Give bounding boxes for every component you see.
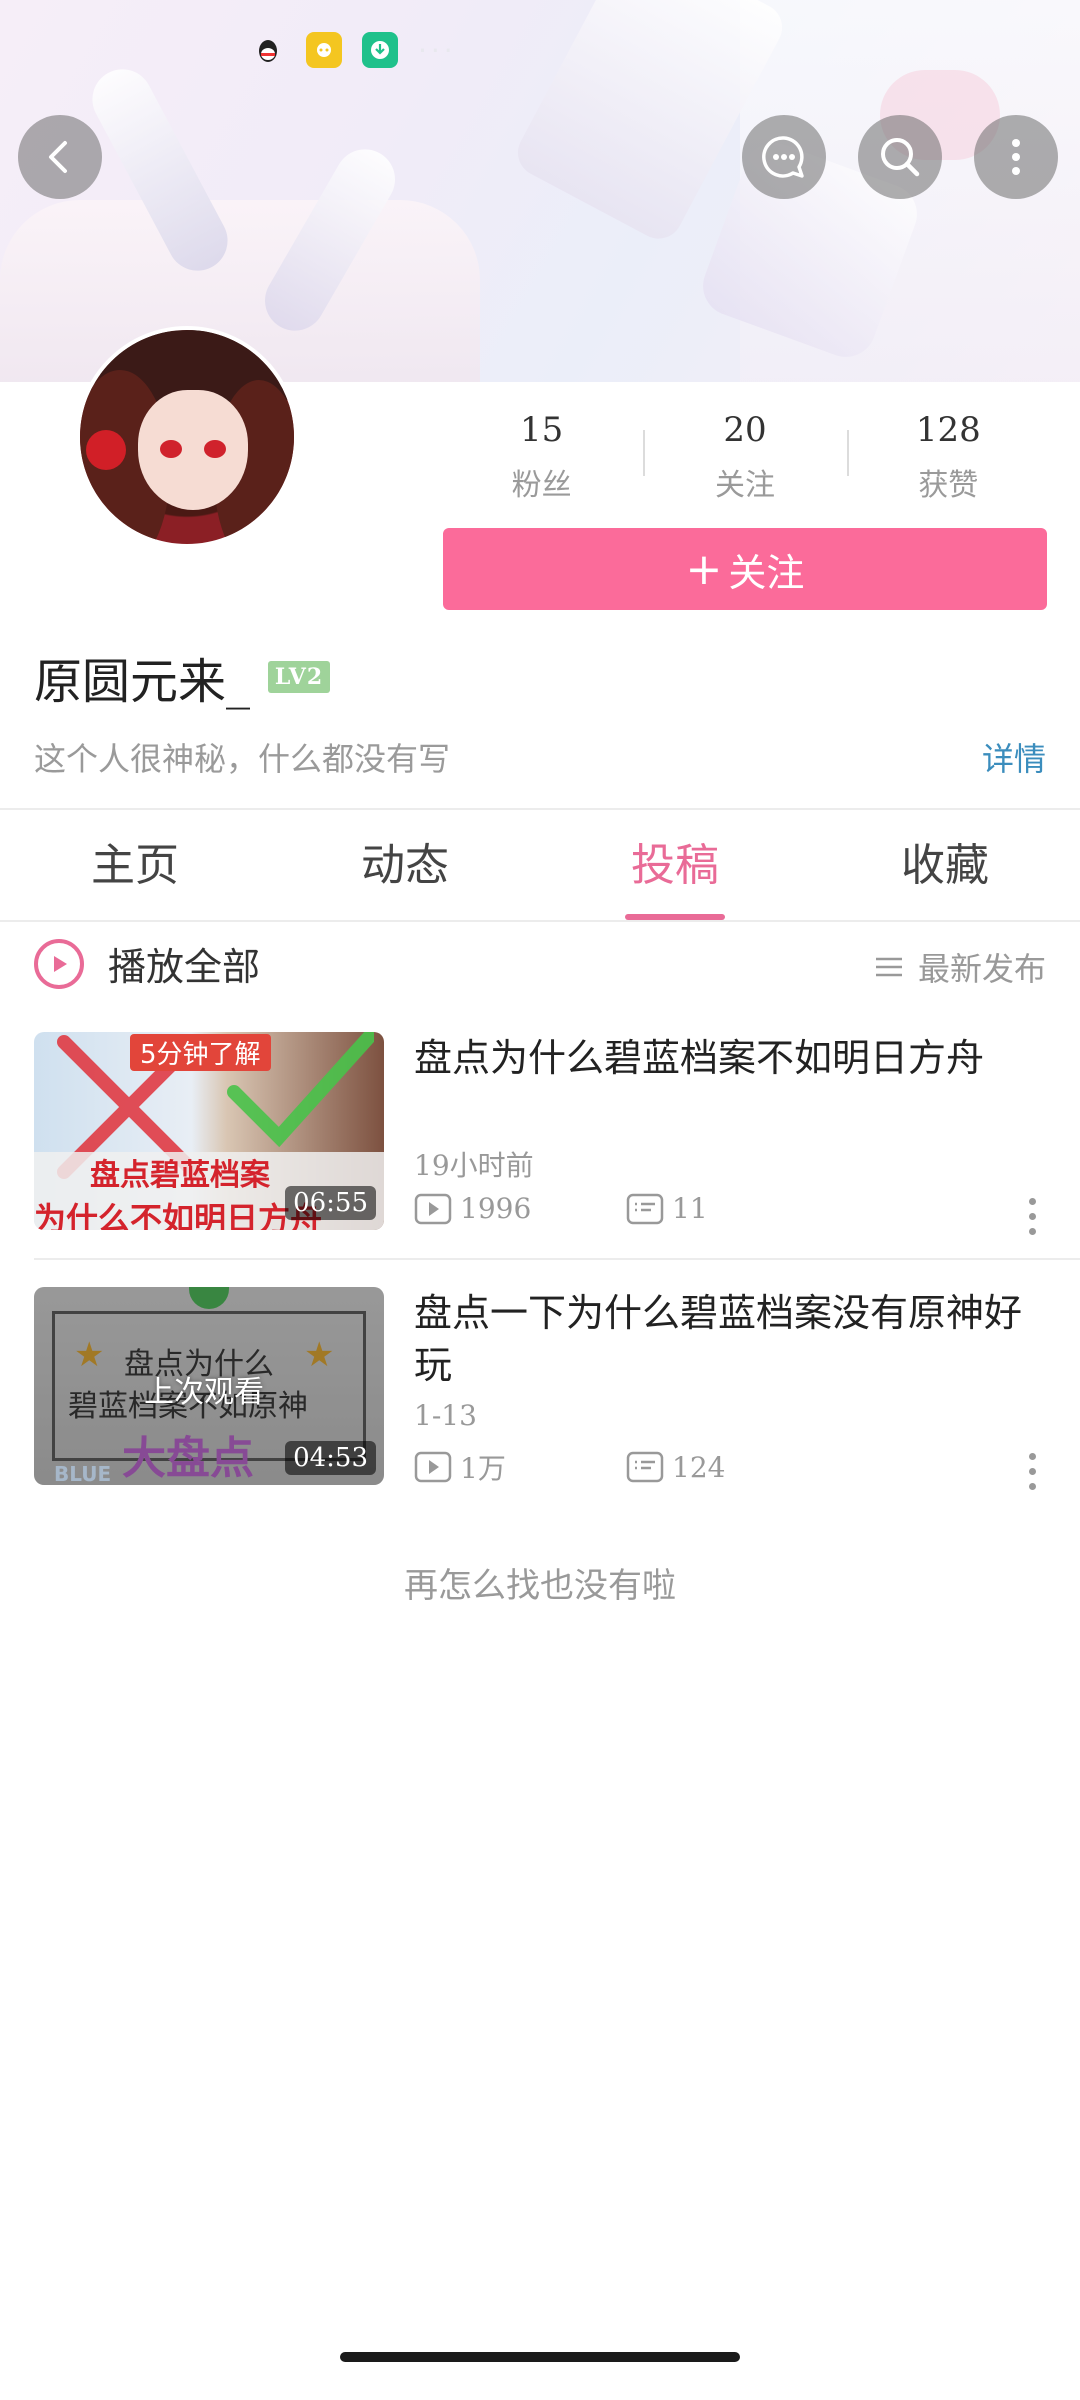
video-duration: 04:53 [285, 1441, 376, 1475]
view-count: 1万 [414, 1447, 626, 1487]
stat-following-count: 20 [723, 410, 767, 450]
stat-following-label: 关注 [714, 468, 775, 503]
play-count-icon [414, 1193, 452, 1224]
search-icon [881, 138, 920, 177]
download-icon [362, 32, 398, 68]
video-more-button[interactable] [1024, 1198, 1040, 1235]
detail-link[interactable]: 详情 [982, 734, 1046, 780]
play-circle-icon [34, 938, 84, 989]
sort-label: 最新发布 [917, 950, 1046, 988]
comment-count: 124 [626, 1451, 725, 1484]
video-thumbnail[interactable]: ★ ★ 盘点为什么 碧蓝档案不如原神 大盘点 BLUE 上次观看 04:53 [34, 1287, 384, 1485]
video-card[interactable]: 5分钟了解 盘点碧蓝档案 为什么不如明日方舟 06:55 盘点为什么碧蓝档案不如… [0, 1032, 1080, 1242]
username-row: 原圆元来_ LV2 [34, 642, 331, 712]
tab-activity[interactable]: 动态 [270, 812, 540, 920]
divider [0, 920, 1080, 922]
stat-divider [643, 430, 646, 476]
follow-label: 关注 [728, 550, 805, 595]
thumbnail-caption: 5分钟了解 [130, 1034, 271, 1071]
more-vertical-icon [1012, 139, 1020, 175]
video-time: 1-13 [414, 1399, 477, 1432]
profile-stats: 15 粉丝 20 关注 128 获赞 [440, 410, 1050, 504]
comment-icon [626, 1451, 664, 1483]
video-title[interactable]: 盘点为什么碧蓝档案不如明日方舟 [414, 1032, 1054, 1084]
qq-icon [250, 32, 286, 68]
video-thumbnail[interactable]: 5分钟了解 盘点碧蓝档案 为什么不如明日方舟 06:55 [34, 1032, 384, 1230]
tab-home[interactable]: 主页 [0, 812, 270, 920]
comment-icon [626, 1193, 664, 1224]
divider [0, 808, 1080, 810]
play-all-label: 播放全部 [108, 945, 261, 989]
stat-likes-label: 获赞 [918, 468, 979, 503]
yellow-app-icon [306, 32, 342, 68]
follow-button[interactable]: + 关注 [443, 528, 1047, 610]
status-bar-icons: ··· [250, 32, 457, 68]
username: 原圆元来_ [34, 654, 251, 710]
stat-following[interactable]: 20 关注 [643, 410, 846, 504]
view-count: 1996 [414, 1192, 626, 1225]
stat-divider [846, 430, 849, 476]
video-meta: 1万 124 [414, 1447, 725, 1487]
comment-count: 11 [626, 1192, 708, 1225]
list-icon [875, 957, 902, 977]
message-button[interactable] [742, 115, 826, 199]
play-count-icon [414, 1451, 452, 1483]
divider [34, 1258, 1080, 1260]
home-indicator[interactable] [340, 2352, 740, 2362]
stat-likes-count: 128 [915, 410, 981, 450]
bio: 这个人很神秘，什么都没有写 [34, 740, 451, 778]
status-more-dots: ··· [418, 33, 457, 67]
search-button[interactable] [858, 115, 942, 199]
play-all-button[interactable]: 播放全部 [34, 936, 260, 991]
video-card[interactable]: ★ ★ 盘点为什么 碧蓝档案不如原神 大盘点 BLUE 上次观看 04:53 盘… [0, 1287, 1080, 1497]
tab-bar: 主页 动态 投稿 收藏 [0, 812, 1080, 920]
sort-button[interactable]: 最新发布 [874, 944, 1046, 990]
thumbnail-caption: 盘点碧蓝档案 [90, 1158, 270, 1193]
tab-uploads[interactable]: 投稿 [540, 812, 810, 920]
stat-likes[interactable]: 128 获赞 [846, 410, 1050, 504]
video-more-button[interactable] [1024, 1453, 1040, 1490]
video-duration: 06:55 [285, 1186, 376, 1220]
more-options-button[interactable] [974, 115, 1058, 199]
stat-fans[interactable]: 15 粉丝 [440, 410, 643, 504]
last-watched-label: 上次观看 [144, 1375, 264, 1410]
back-button[interactable] [18, 115, 102, 199]
video-time: 19小时前 [414, 1149, 534, 1182]
stat-fans-label: 粉丝 [511, 468, 572, 503]
chat-bubble-icon [762, 136, 804, 178]
thumbnail-caption: 为什么不如明日方舟 [34, 1200, 323, 1230]
plus-icon: + [685, 543, 723, 595]
video-meta: 1996 11 [414, 1192, 708, 1225]
tab-favorites[interactable]: 收藏 [810, 812, 1080, 920]
video-title[interactable]: 盘点一下为什么碧蓝档案没有原神好玩 [414, 1287, 1054, 1391]
level-badge: LV2 [268, 661, 331, 693]
stat-fans-count: 15 [520, 410, 564, 450]
back-icon [49, 141, 67, 173]
avatar[interactable] [76, 326, 298, 548]
end-of-list-text: 再怎么找也没有啦 [404, 1566, 676, 1606]
